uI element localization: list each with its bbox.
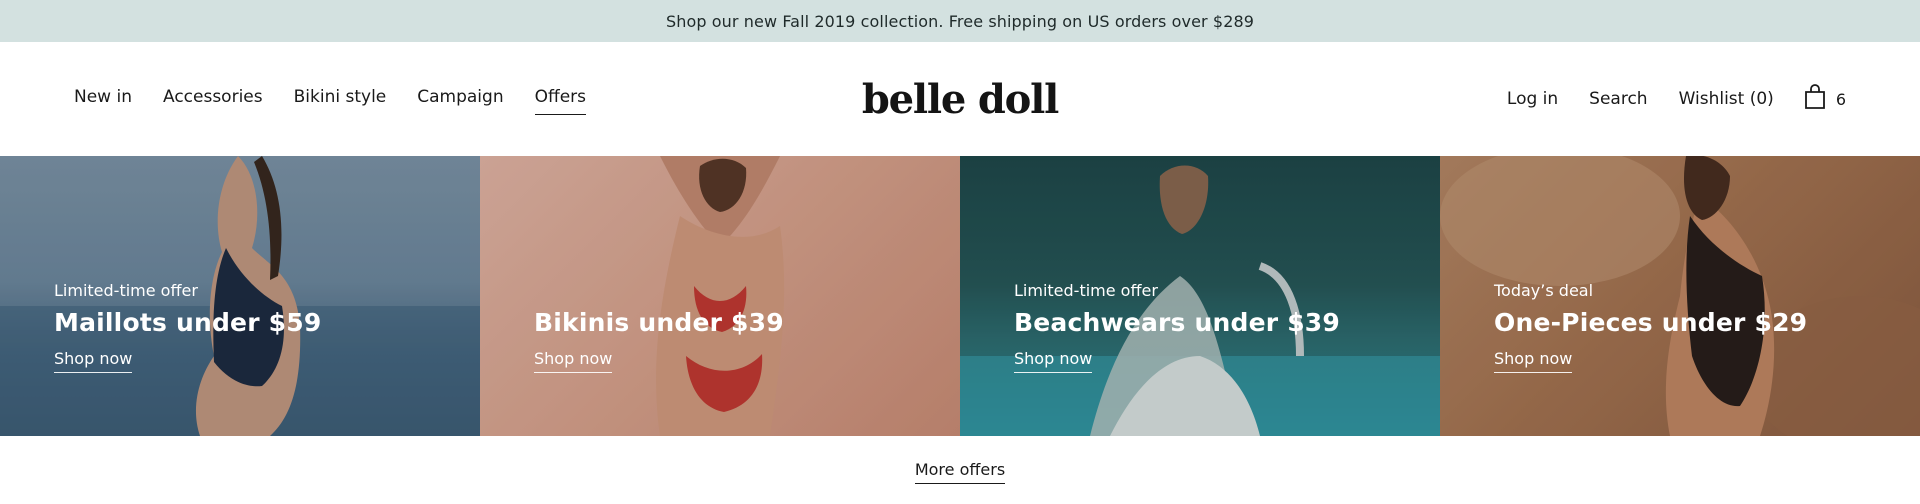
site-header: New in Accessories Bikini style Campaign… bbox=[0, 42, 1920, 156]
tile-caption: Bikinis under $39 Shop now bbox=[534, 280, 784, 373]
nav-offers[interactable]: Offers bbox=[534, 87, 587, 115]
tile-title: Beachwears under $39 bbox=[1014, 308, 1340, 337]
shop-now-link[interactable]: Shop now bbox=[1494, 349, 1573, 373]
tile-eyebrow: Today’s deal bbox=[1494, 281, 1594, 300]
nav-accessories[interactable]: Accessories bbox=[163, 87, 263, 111]
offer-tiles: Limited-time offer Maillots under $59 Sh… bbox=[0, 156, 1920, 436]
tile-eyebrow: Limited-time offer bbox=[1014, 281, 1158, 300]
tile-caption: Today’s deal One-Pieces under $29 Shop n… bbox=[1494, 280, 1807, 373]
tile-eyebrow: Limited-time offer bbox=[54, 281, 198, 300]
offer-tile-beachwears[interactable]: Limited-time offer Beachwears under $39 … bbox=[960, 156, 1440, 436]
more-offers-link[interactable]: More offers bbox=[914, 460, 1006, 484]
account-nav: Log in Search Wishlist (0) 6 bbox=[1476, 42, 1846, 156]
shopping-bag-icon bbox=[1804, 84, 1826, 114]
wishlist-link[interactable]: Wishlist (0) bbox=[1679, 89, 1774, 109]
tile-eyebrow bbox=[534, 280, 784, 302]
tile-title: Bikinis under $39 bbox=[534, 308, 784, 337]
login-link[interactable]: Log in bbox=[1507, 89, 1558, 109]
shop-now-link[interactable]: Shop now bbox=[54, 349, 133, 373]
shop-now-link[interactable]: Shop now bbox=[534, 349, 613, 373]
site-logo[interactable]: belle doll bbox=[862, 76, 1059, 123]
shop-now-link[interactable]: Shop now bbox=[1014, 349, 1093, 373]
announcement-text: Shop our new Fall 2019 collection. Free … bbox=[665, 11, 1255, 31]
tile-caption: Limited-time offer Maillots under $59 Sh… bbox=[54, 280, 321, 373]
tile-title: Maillots under $59 bbox=[54, 308, 322, 337]
cart-count: 6 bbox=[1835, 89, 1846, 109]
nav-bikini-style[interactable]: Bikini style bbox=[294, 87, 387, 111]
nav-new-in[interactable]: New in bbox=[74, 87, 132, 111]
search-link[interactable]: Search bbox=[1589, 89, 1647, 109]
announcement-bar: Shop our new Fall 2019 collection. Free … bbox=[0, 0, 1920, 42]
more-offers-row: More offers bbox=[0, 436, 1920, 504]
cart-button[interactable]: 6 bbox=[1804, 84, 1846, 114]
offer-tile-bikinis[interactable]: Bikinis under $39 Shop now bbox=[480, 156, 960, 436]
offer-tile-maillots[interactable]: Limited-time offer Maillots under $59 Sh… bbox=[0, 156, 480, 436]
offer-tile-one-pieces[interactable]: Today’s deal One-Pieces under $29 Shop n… bbox=[1440, 156, 1920, 436]
tile-caption: Limited-time offer Beachwears under $39 … bbox=[1014, 280, 1340, 373]
tile-title: One-Pieces under $29 bbox=[1494, 308, 1808, 337]
nav-campaign[interactable]: Campaign bbox=[417, 87, 503, 111]
primary-nav: New in Accessories Bikini style Campaign… bbox=[74, 42, 617, 156]
